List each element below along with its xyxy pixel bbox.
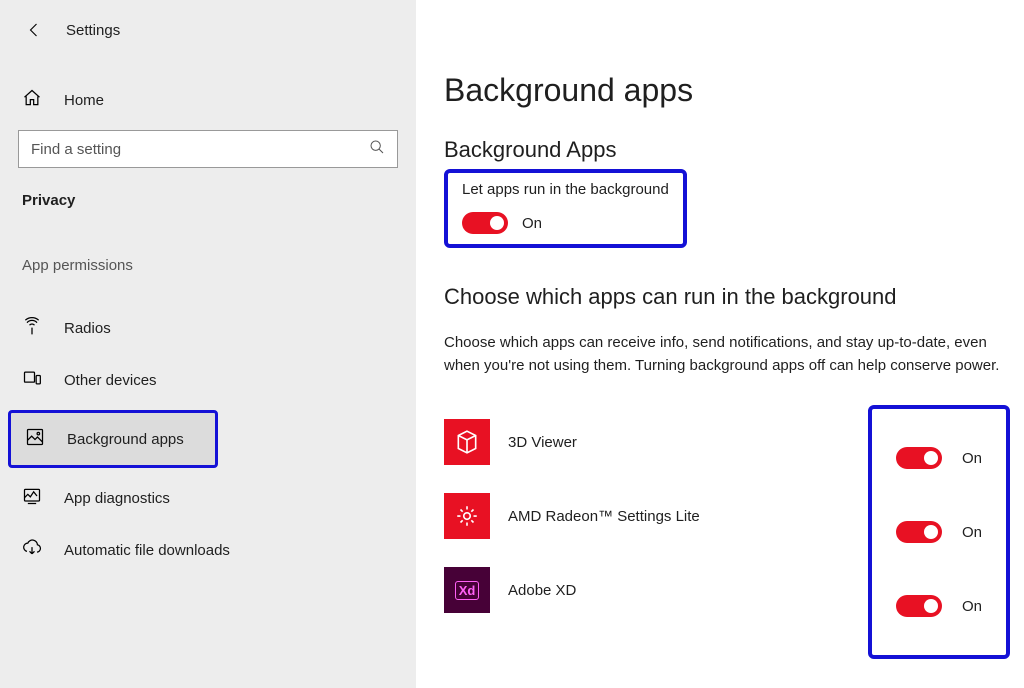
- app-icon-amd-radeon: [444, 493, 490, 539]
- app-toggles-highlight: On On On: [868, 405, 1010, 659]
- sidebar-item-label: Radios: [64, 320, 111, 337]
- search-placeholder: Find a setting: [31, 141, 121, 158]
- app-name: Adobe XD: [508, 582, 576, 599]
- master-toggle-label: Let apps run in the background: [462, 181, 669, 198]
- app-toggle-row: On: [896, 495, 982, 569]
- back-icon[interactable]: [26, 21, 44, 39]
- app-list-wrap: 3D Viewer AMD Radeon™ Settings Lite Xd A…: [444, 405, 1010, 659]
- app-row-3d-viewer: 3D Viewer: [444, 405, 856, 479]
- page-title: Background apps: [444, 72, 1010, 109]
- sidebar-item-app-diagnostics[interactable]: App diagnostics: [0, 472, 416, 524]
- sidebar-item-label: Background apps: [67, 431, 184, 448]
- header-row: Settings: [0, 8, 416, 52]
- app-toggle-3d-viewer[interactable]: [896, 447, 942, 469]
- window-title: Settings: [66, 22, 120, 39]
- app-toggle-state: On: [962, 450, 982, 467]
- radios-icon: [22, 316, 42, 340]
- sidebar-item-automatic-file-downloads[interactable]: Automatic file downloads: [0, 524, 416, 576]
- search-icon: [369, 139, 385, 159]
- app-toggle-state: On: [962, 524, 982, 541]
- master-toggle-highlight: Let apps run in the background On: [444, 169, 687, 248]
- app-name: AMD Radeon™ Settings Lite: [508, 508, 700, 525]
- section-choose-apps-title: Choose which apps can run in the backgro…: [444, 284, 1010, 310]
- main-content: Background apps Background Apps Let apps…: [416, 0, 1024, 688]
- master-toggle-row: On: [462, 212, 669, 234]
- app-toggle-row: On: [896, 569, 982, 643]
- app-toggle-amd-radeon[interactable]: [896, 521, 942, 543]
- app-toggle-row: On: [896, 421, 982, 495]
- section-background-apps-title: Background Apps: [444, 137, 1010, 163]
- devices-icon: [22, 368, 42, 392]
- app-name: 3D Viewer: [508, 434, 577, 451]
- home-icon: [22, 88, 42, 112]
- diagnostics-icon: [22, 486, 42, 510]
- group-app-permissions-label: App permissions: [0, 251, 416, 280]
- app-icon-3d-viewer: [444, 419, 490, 465]
- sidebar-item-label: App diagnostics: [64, 490, 170, 507]
- sidebar-item-other-devices[interactable]: Other devices: [0, 354, 416, 406]
- app-toggle-state: On: [962, 598, 982, 615]
- app-list: 3D Viewer AMD Radeon™ Settings Lite Xd A…: [444, 405, 856, 627]
- cloud-download-icon: [22, 538, 42, 562]
- background-apps-icon: [25, 427, 45, 451]
- sidebar-item-label: Other devices: [64, 372, 157, 389]
- search-input[interactable]: Find a setting: [18, 130, 398, 168]
- master-toggle-state: On: [522, 215, 542, 232]
- sidebar: Settings Home Find a setting Privacy App…: [0, 0, 416, 688]
- app-row-adobe-xd: Xd Adobe XD: [444, 553, 856, 627]
- app-row-amd-radeon: AMD Radeon™ Settings Lite: [444, 479, 856, 553]
- master-toggle[interactable]: [462, 212, 508, 234]
- section-privacy-label: Privacy: [0, 186, 416, 215]
- home-nav[interactable]: Home: [0, 76, 416, 124]
- section-choose-apps-description: Choose which apps can receive info, send…: [444, 332, 1004, 377]
- sidebar-item-background-apps[interactable]: Background apps: [8, 410, 218, 468]
- app-toggle-adobe-xd[interactable]: [896, 595, 942, 617]
- home-label: Home: [64, 92, 104, 109]
- sidebar-item-radios[interactable]: Radios: [0, 302, 416, 354]
- sidebar-item-label: Automatic file downloads: [64, 542, 230, 559]
- app-icon-adobe-xd: Xd: [444, 567, 490, 613]
